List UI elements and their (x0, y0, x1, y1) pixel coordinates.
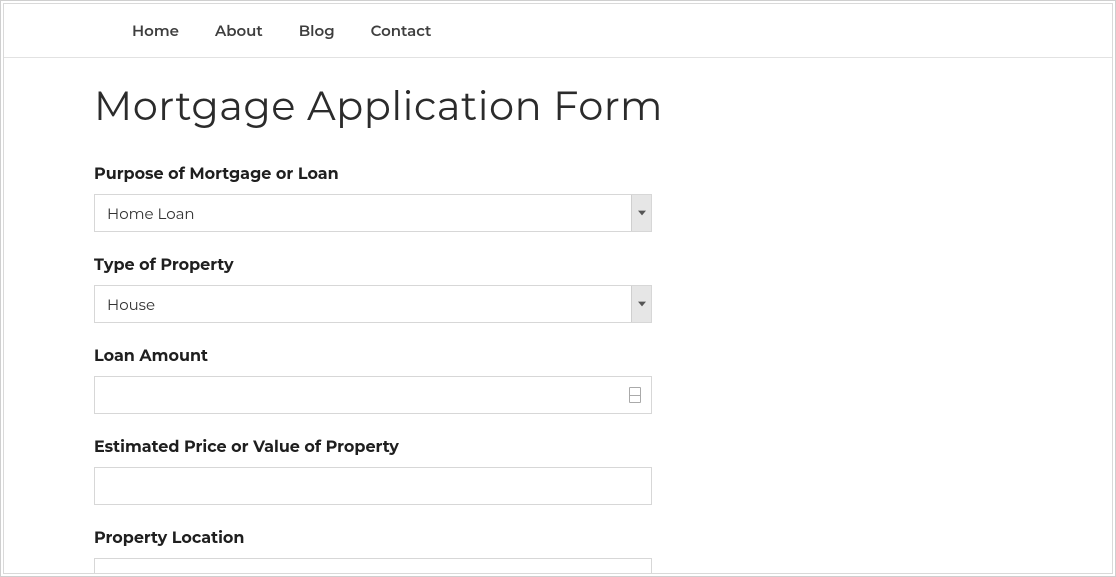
nav-about[interactable]: About (215, 21, 263, 40)
select-purpose[interactable]: Home Loan (94, 194, 652, 232)
field-loan-amount: Loan Amount (94, 347, 652, 414)
label-purpose: Purpose of Mortgage or Loan (94, 165, 652, 184)
field-estimated-value: Estimated Price or Value of Property (94, 438, 652, 505)
select-purpose-value: Home Loan (107, 204, 195, 223)
nav-contact[interactable]: Contact (371, 21, 432, 40)
label-property-type: Type of Property (94, 256, 652, 275)
field-property-location: Property Location Address Line 1 (94, 529, 652, 574)
top-nav: Home About Blog Contact (4, 4, 1112, 58)
chevron-down-icon (631, 286, 651, 322)
field-purpose: Purpose of Mortgage or Loan Home Loan (94, 165, 652, 232)
nav-home[interactable]: Home (132, 21, 179, 40)
input-loan-amount[interactable] (95, 377, 651, 413)
chevron-down-icon (631, 195, 651, 231)
input-property-location[interactable] (94, 558, 652, 574)
select-property-type[interactable]: House (94, 285, 652, 323)
nav-blog[interactable]: Blog (299, 21, 335, 40)
label-loan-amount: Loan Amount (94, 347, 652, 366)
input-estimated-value[interactable] (94, 467, 652, 505)
select-property-type-value: House (107, 295, 155, 314)
page-content: Mortgage Application Form Purpose of Mor… (4, 58, 1112, 574)
label-estimated-value: Estimated Price or Value of Property (94, 438, 652, 457)
field-property-type: Type of Property House (94, 256, 652, 323)
label-property-location: Property Location (94, 529, 652, 548)
page-title: Mortgage Application Form (94, 82, 1112, 131)
